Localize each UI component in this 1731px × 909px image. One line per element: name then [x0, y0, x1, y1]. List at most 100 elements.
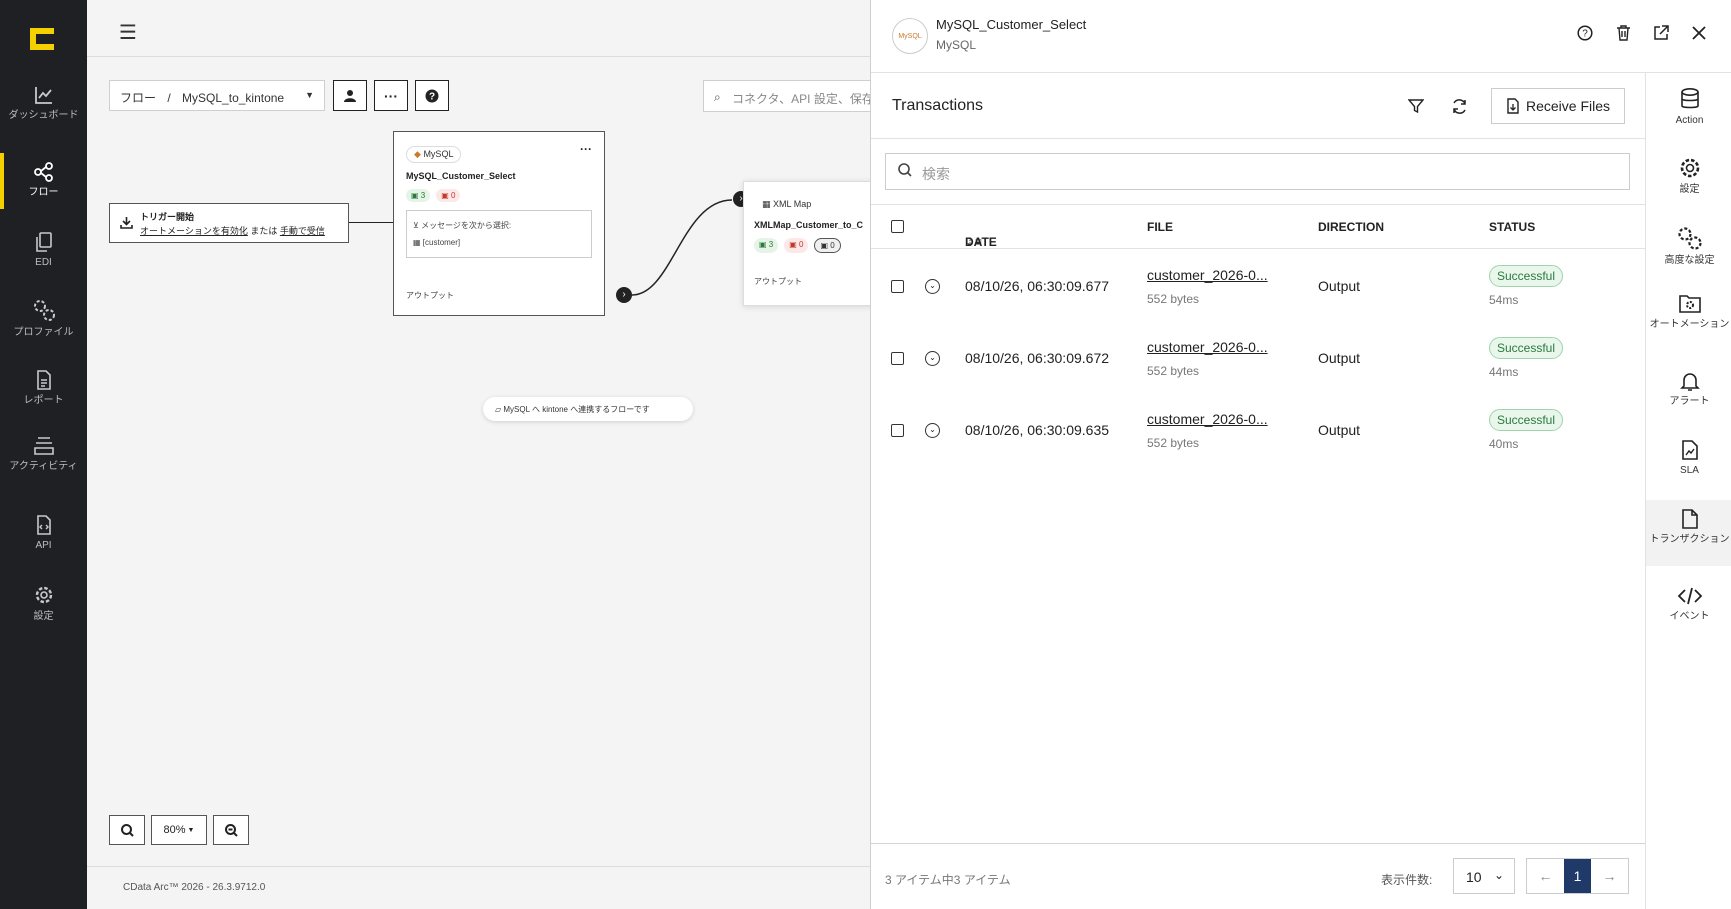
rail-item-events[interactable]: イベント [1646, 585, 1731, 622]
nav-item-activity[interactable]: アクティビティ [0, 435, 87, 472]
pending-count-badge[interactable]: ▣ 0 [814, 238, 841, 253]
share-nodes-icon [33, 162, 53, 182]
message-select-value: [customer] [422, 238, 461, 247]
error-count: 0 [451, 191, 456, 200]
rail-label: 設定 [1679, 184, 1700, 195]
filter-icon[interactable] [1403, 93, 1429, 119]
breadcrumb[interactable]: フロー / MySQL_to_kintone ▼ [109, 80, 325, 111]
nav-item-api[interactable]: API [0, 514, 87, 551]
main-nav: ダッシュボード フロー EDI プロファイル レポート アクティビティ API … [0, 0, 87, 909]
help-icon[interactable]: ? [1576, 24, 1594, 42]
next-page-icon[interactable]: → [1591, 859, 1628, 893]
cdata-logo[interactable] [28, 26, 56, 52]
nav-item-settings[interactable]: 設定 [0, 583, 87, 622]
node-type-label: MySQL [423, 149, 454, 159]
select-all-checkbox[interactable] [891, 220, 904, 233]
nav-item-dashboard[interactable]: ダッシュボード [0, 84, 87, 121]
expand-chevron-icon[interactable]: ⌄ [925, 279, 940, 294]
more-button[interactable]: ··· [374, 80, 408, 111]
zoom-out-icon [224, 823, 238, 837]
error-count-badge[interactable]: ▣ 0 [436, 189, 461, 202]
nav-item-flow[interactable]: フロー [0, 161, 87, 198]
node-title: XMLMap_Customer_to_C [754, 220, 864, 230]
receive-files-button[interactable]: Receive Files [1490, 88, 1625, 124]
nav-label: 設定 [33, 611, 54, 622]
nav-item-profile[interactable]: プロファイル [0, 297, 87, 338]
breadcrumb-root[interactable]: フロー [120, 91, 156, 105]
table-row[interactable]: ⌄ 08/10/26, 06:30:09.677 customer_2026-0… [871, 250, 1645, 322]
row-direction: Output [1318, 350, 1361, 366]
canvas-search-input[interactable]: ⌕ コネクタ、API 設定、保存 [703, 80, 873, 112]
note-icon: ▱ [495, 405, 502, 414]
external-link-icon[interactable] [1652, 24, 1670, 42]
manual-receive-link[interactable]: 手動で受信 [280, 226, 325, 236]
table-row[interactable]: ⌄ 08/10/26, 06:30:09.635 customer_2026-0… [871, 394, 1645, 466]
row-checkbox[interactable] [891, 352, 904, 365]
direction-column-header: DIRECTION [1318, 220, 1384, 234]
rail-item-alert[interactable]: アラート [1646, 370, 1731, 407]
row-date: 08/10/26, 06:30:09.677 [965, 278, 1110, 294]
expand-chevron-icon[interactable]: ⌄ [925, 351, 940, 366]
panel-side-rail: Action 設定 高度な設定 オートメーション アラート SLA トランザクシ… [1645, 73, 1731, 909]
trash-icon[interactable] [1614, 24, 1632, 42]
current-page-button[interactable]: 1 [1564, 859, 1591, 893]
close-icon[interactable] [1690, 24, 1708, 42]
refresh-icon[interactable] [1447, 93, 1473, 119]
output-port[interactable]: › [616, 287, 632, 303]
menu-icon[interactable]: ☰ [119, 20, 137, 45]
nav-label: アクティビティ [9, 461, 78, 472]
user-button[interactable] [333, 80, 367, 111]
nav-item-report[interactable]: レポート [0, 369, 87, 406]
row-file-link[interactable]: customer_2026-0... [1147, 411, 1268, 427]
connector-type: MySQL [936, 38, 977, 52]
flow-note[interactable]: ▱ MySQL へ kintone へ連携するフローです [483, 397, 693, 421]
sort-desc-icon[interactable]: ⇣≡ [965, 235, 982, 249]
code-icon [1677, 587, 1702, 605]
connector-node-xmlmap[interactable]: ▦ XML Map XMLMap_Customer_to_C ▣ 3 ▣ 0 ▣… [743, 181, 883, 306]
row-file-size: 552 bytes [1147, 364, 1200, 378]
nav-label: レポート [23, 395, 64, 406]
zoom-out-button[interactable] [213, 815, 249, 845]
table-row[interactable]: ⌄ 08/10/26, 06:30:09.672 customer_2026-0… [871, 322, 1645, 394]
search-placeholder: 検索 [922, 166, 950, 182]
rail-item-advanced-settings[interactable]: 高度な設定 [1646, 225, 1731, 266]
connector-node-mysql[interactable]: ◆ MySQL ··· MySQL_Customer_Select ▣ 3 ▣ … [393, 131, 605, 316]
node-more-icon[interactable]: ··· [580, 142, 592, 156]
row-file-link[interactable]: customer_2026-0... [1147, 267, 1268, 283]
chevron-down-icon[interactable]: ▼ [305, 90, 314, 100]
status-badge: Successful [1489, 265, 1564, 287]
row-checkbox[interactable] [891, 424, 904, 437]
success-count-badge[interactable]: ▣ 3 [406, 189, 431, 202]
row-date: 08/10/26, 06:30:09.672 [965, 350, 1110, 366]
zoom-in-icon [120, 823, 134, 837]
trigger-actions: オートメーションを有効化 または 手動で受信 [140, 224, 340, 238]
row-date: 08/10/26, 06:30:09.635 [965, 422, 1110, 438]
prev-page-icon[interactable]: ← [1527, 859, 1564, 893]
transactions-title: Transactions [892, 97, 983, 114]
zoom-level-select[interactable]: 80% ▼ [151, 815, 207, 845]
rail-item-automation[interactable]: オートメーション [1646, 293, 1731, 330]
help-button[interactable]: ? [415, 80, 449, 111]
per-page-select[interactable]: 10 ⌄ [1453, 858, 1515, 894]
zoom-in-button[interactable] [109, 815, 145, 845]
transactions-search-input[interactable]: 検索 [885, 153, 1630, 190]
row-duration: 44ms [1489, 365, 1519, 379]
transactions-section: Transactions Receive Files 検索 DATE ⇣≡ FI… [871, 73, 1645, 909]
trigger-node[interactable]: トリガー開始 オートメーションを有効化 または 手動で受信 [109, 203, 349, 243]
error-count-badge[interactable]: ▣ 0 [784, 238, 809, 253]
success-count-badge[interactable]: ▣ 3 [754, 238, 779, 253]
row-checkbox[interactable] [891, 280, 904, 293]
sla-file-icon [1681, 440, 1698, 460]
expand-chevron-icon[interactable]: ⌄ [925, 423, 940, 438]
rail-item-action[interactable]: Action [1646, 87, 1731, 126]
gears-icon [33, 300, 55, 321]
flow-canvas[interactable]: ☰ フロー / MySQL_to_kintone ▼ ··· ? ⌕ コネクタ、… [87, 0, 883, 909]
nav-item-edi[interactable]: EDI [0, 231, 87, 268]
rail-item-settings[interactable]: 設定 [1646, 156, 1731, 195]
enable-automation-link[interactable]: オートメーションを有効化 [140, 226, 248, 236]
rail-item-transactions[interactable]: トランザクション [1646, 500, 1731, 566]
row-file-link[interactable]: customer_2026-0... [1147, 339, 1268, 355]
download-icon [120, 217, 133, 229]
rail-item-sla[interactable]: SLA [1646, 439, 1731, 476]
search-icon [898, 163, 912, 180]
